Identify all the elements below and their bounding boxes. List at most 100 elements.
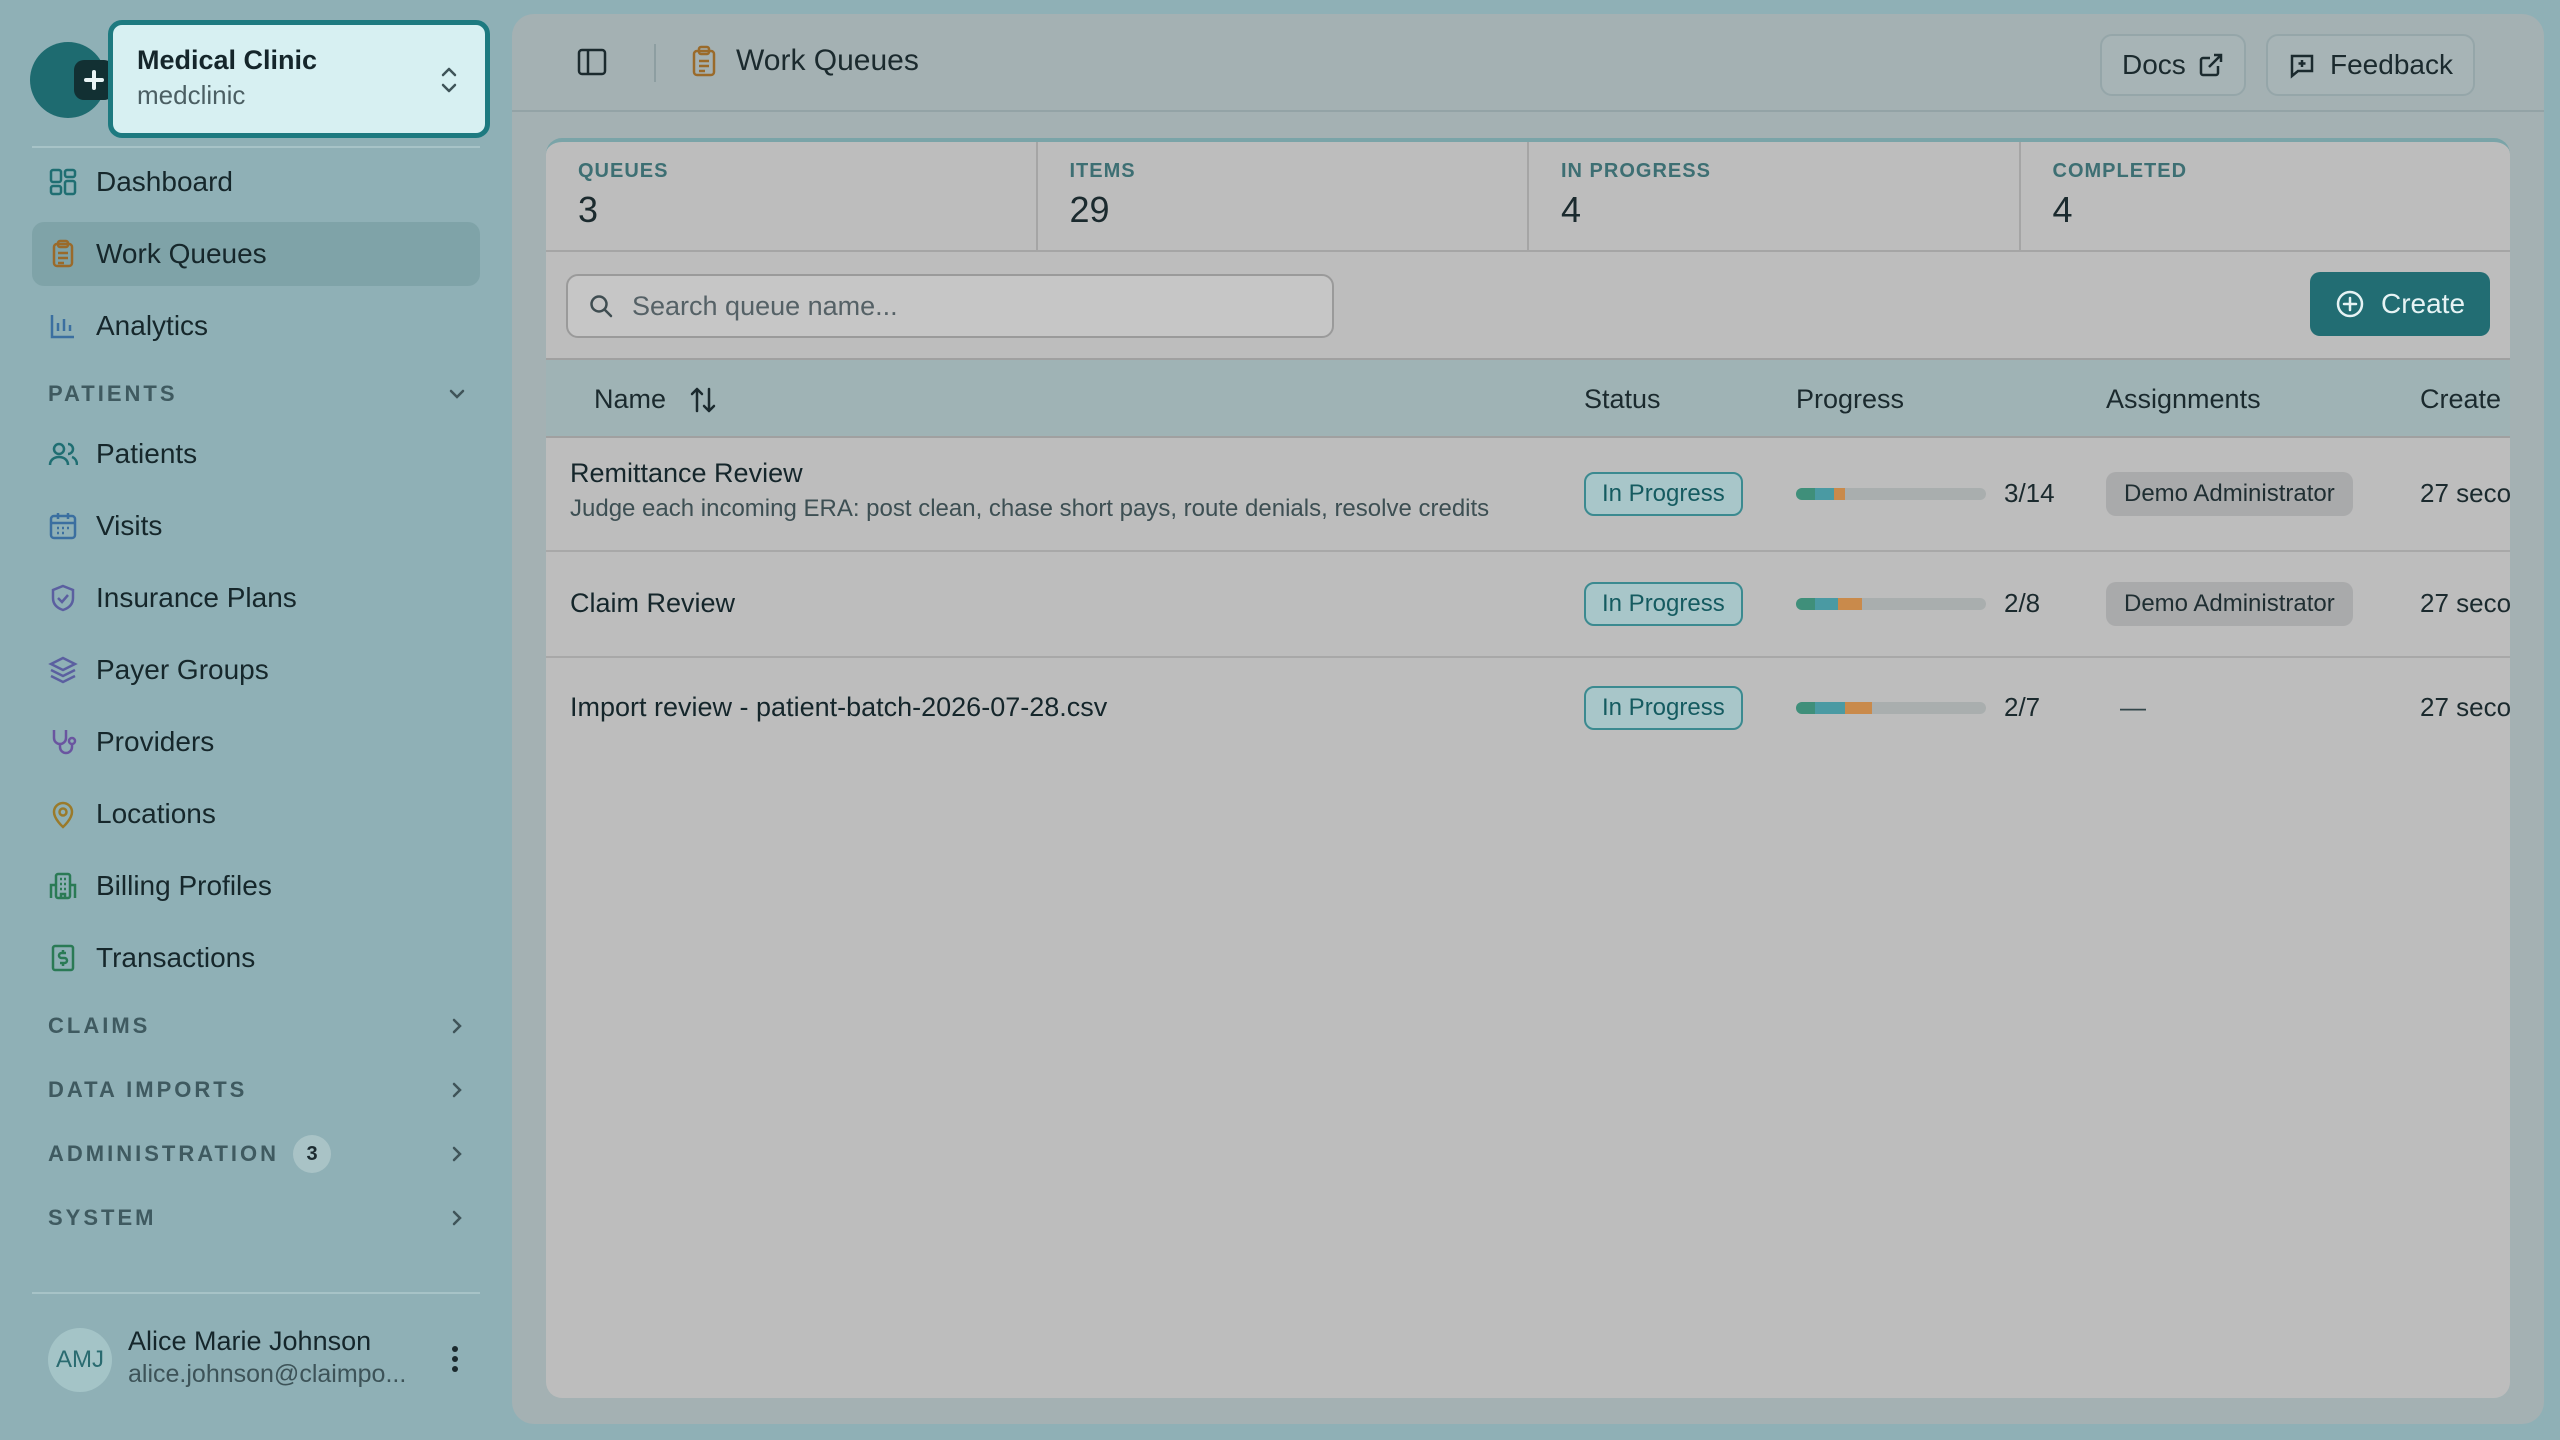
users-icon — [48, 439, 78, 469]
external-link-icon — [2198, 52, 2224, 78]
status-badge: In Progress — [1584, 472, 1743, 516]
main-panel: Work Queues Docs Feedback QUEUES 3 ITEMS… — [512, 14, 2544, 1424]
stat-label: ITEMS — [1069, 160, 1136, 182]
breadcrumb: Work Queues — [690, 44, 919, 78]
sidebar-divider — [32, 1292, 480, 1294]
sidebar: Medical Clinic medclinic Dashboard Work … — [0, 0, 510, 1440]
chevron-right-icon — [446, 1207, 468, 1229]
stat-items: ITEMS 29 — [1038, 142, 1529, 250]
status-badge: In Progress — [1584, 582, 1743, 626]
table-header: Name Status Progress Assignments Create — [546, 358, 2510, 438]
queue-name[interactable]: Claim Review — [570, 588, 735, 619]
topbar-divider — [654, 44, 656, 82]
app-logo — [30, 42, 114, 118]
work-queues-card: QUEUES 3 ITEMS 29 IN PROGRESS 4 COMPLETE… — [546, 138, 2510, 1398]
progress-cell: 2/8 — [1796, 588, 2040, 619]
queue-name[interactable]: Remittance Review — [570, 458, 1489, 489]
map-pin-icon — [48, 799, 78, 829]
sidebar-item-label: Transactions — [96, 942, 256, 973]
assignment-chip: Demo Administrator — [2106, 582, 2353, 626]
stat-in-progress: IN PROGRESS 4 — [1529, 142, 2021, 250]
sidebar-item-work-queues[interactable]: Work Queues — [32, 222, 480, 286]
user-name: Alice Marie Johnson — [128, 1326, 372, 1356]
administration-count-badge: 3 — [293, 1135, 332, 1173]
shield-check-icon — [48, 583, 78, 613]
bar-chart-icon — [48, 311, 78, 341]
sidebar-item-label: Payer Groups — [96, 654, 269, 685]
chevron-right-icon — [446, 1143, 468, 1165]
section-label: ADMINISTRATION — [48, 1141, 280, 1166]
section-system[interactable]: SYSTEM — [48, 1198, 468, 1238]
progress-segment-orange — [1837, 597, 1863, 610]
building-icon — [48, 871, 78, 901]
progress-text: 3/14 — [2004, 478, 2055, 508]
sidebar-item-dashboard[interactable]: Dashboard — [32, 150, 480, 214]
create-button[interactable]: Create — [2310, 272, 2490, 336]
section-label: DATA IMPORTS — [48, 1077, 248, 1102]
stat-value: 29 — [1069, 189, 1110, 230]
org-name: Medical Clinic — [137, 45, 318, 75]
sidebar-divider — [32, 146, 480, 148]
progress-text: 2/7 — [2004, 692, 2041, 722]
sidebar-item-providers[interactable]: Providers — [32, 710, 480, 774]
column-header-assignments[interactable]: Assignments — [2106, 384, 2261, 415]
section-label: SYSTEM — [48, 1205, 157, 1230]
stat-value: 4 — [1561, 189, 1582, 230]
column-header-name[interactable]: Name — [594, 384, 718, 415]
progress-segment-teal — [1815, 597, 1838, 610]
section-administration[interactable]: ADMINISTRATION 3 — [48, 1134, 468, 1174]
sidebar-item-billing-profiles[interactable]: Billing Profiles — [32, 854, 480, 918]
column-label: Name — [594, 384, 667, 414]
calendar-icon — [48, 511, 78, 541]
table-row[interactable]: Claim Review In Progress 2/8 Demo Admini… — [546, 552, 2510, 658]
progress-segment-orange — [1845, 701, 1872, 714]
create-label: Create — [2380, 288, 2466, 319]
column-header-progress[interactable]: Progress — [1796, 384, 1904, 415]
queue-name[interactable]: Import review - patient-batch-2026-07-28… — [570, 692, 1107, 723]
section-label-wrap: ADMINISTRATION 3 — [48, 1135, 332, 1173]
table-row[interactable]: Remittance Review Judge each incoming ER… — [546, 438, 2510, 552]
sidebar-item-locations[interactable]: Locations — [32, 782, 480, 846]
sidebar-item-patients[interactable]: Patients — [32, 422, 480, 486]
search-input[interactable] — [632, 290, 1312, 322]
sidebar-item-label: Dashboard — [96, 166, 233, 197]
sidebar-toggle-icon[interactable] — [576, 46, 608, 78]
plus-circle-icon — [2335, 289, 2365, 319]
feedback-button[interactable]: Feedback — [2266, 34, 2475, 96]
message-plus-icon — [2288, 51, 2316, 79]
receipt-dollar-icon — [48, 943, 78, 973]
org-switcher[interactable]: Medical Clinic medclinic — [108, 20, 490, 138]
sidebar-item-payer-groups[interactable]: Payer Groups — [32, 638, 480, 702]
sidebar-item-transactions[interactable]: Transactions — [32, 926, 480, 990]
column-header-status[interactable]: Status — [1584, 384, 1661, 415]
progress-segment-green — [1796, 487, 1815, 500]
user-card[interactable]: AMJ Alice Marie Johnson alice.johnson@cl… — [32, 1320, 480, 1400]
table-row[interactable]: Import review - patient-batch-2026-07-28… — [546, 658, 2510, 764]
sort-icon[interactable] — [688, 385, 718, 415]
user-email: alice.johnson@claimpo... — [128, 1360, 407, 1388]
more-vertical-icon[interactable] — [450, 1344, 460, 1374]
section-data-imports[interactable]: DATA IMPORTS — [48, 1070, 468, 1110]
sidebar-item-label: Insurance Plans — [96, 582, 297, 613]
column-header-created[interactable]: Create — [2420, 384, 2501, 415]
stethoscope-icon — [48, 727, 78, 757]
queue-name-cell: Remittance Review Judge each incoming ER… — [570, 458, 1489, 523]
topbar: Work Queues Docs Feedback — [512, 14, 2544, 112]
sidebar-item-visits[interactable]: Visits — [32, 494, 480, 558]
org-slug: medclinic — [137, 80, 246, 110]
dashboard-icon — [48, 167, 78, 197]
layers-icon — [48, 655, 78, 685]
progress-segment-teal — [1815, 701, 1846, 714]
sidebar-item-analytics[interactable]: Analytics — [32, 294, 480, 358]
section-claims[interactable]: CLAIMS — [48, 1006, 468, 1046]
progress-bar — [1796, 597, 1986, 610]
sidebar-item-insurance-plans[interactable]: Insurance Plans — [32, 566, 480, 630]
chevron-right-icon — [446, 1079, 468, 1101]
stat-value: 3 — [578, 189, 599, 230]
section-patients[interactable]: PATIENTS — [48, 374, 468, 414]
search-icon — [588, 293, 614, 319]
sidebar-item-label: Providers — [96, 726, 215, 757]
docs-button[interactable]: Docs — [2100, 34, 2246, 96]
progress-segment-green — [1796, 701, 1815, 714]
assignment-empty: — — [2120, 692, 2146, 722]
